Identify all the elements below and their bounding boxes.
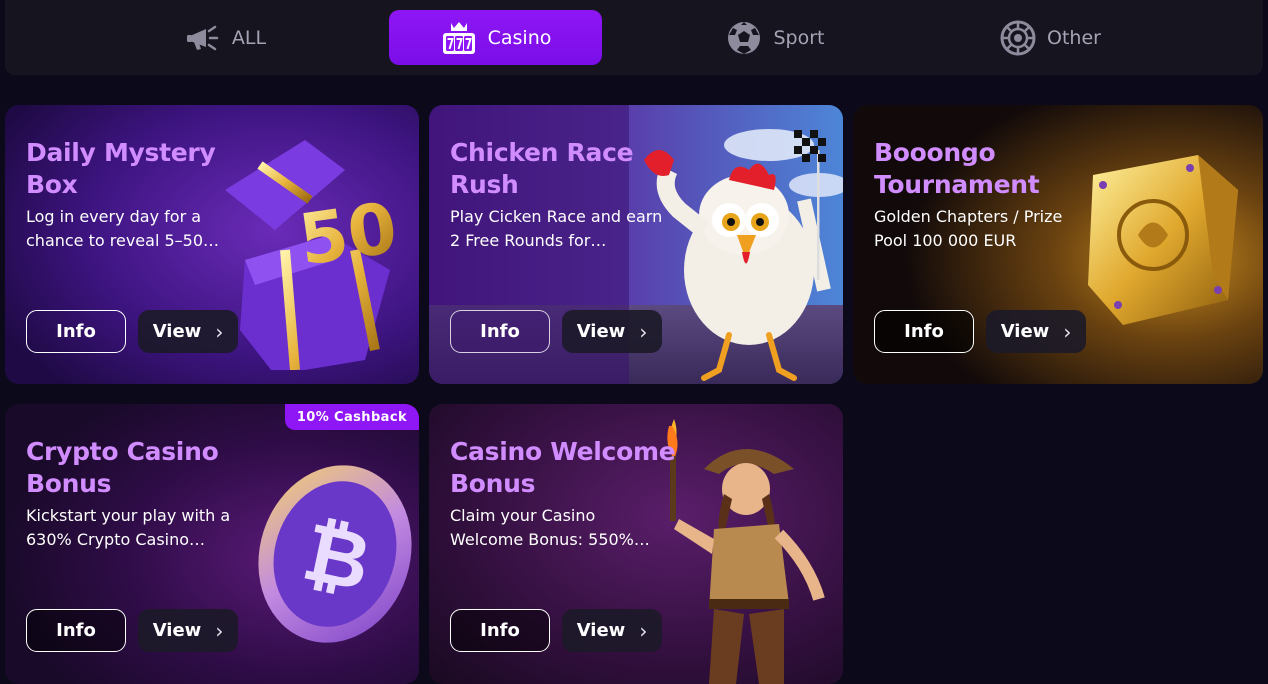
view-button[interactable]: View › [562, 609, 662, 652]
tab-other[interactable]: Other [985, 10, 1115, 65]
tab-other-label: Other [1047, 26, 1101, 49]
chevron-right-icon: › [215, 618, 224, 643]
info-button[interactable]: Info [26, 609, 126, 652]
view-button-label: View [152, 321, 202, 342]
view-button[interactable]: View › [986, 310, 1086, 353]
svg-text:50: 50 [294, 187, 402, 282]
tab-sport[interactable]: Sport [710, 10, 840, 65]
view-button-label: View [576, 321, 626, 342]
card-title: Daily Mystery Box [26, 138, 216, 199]
card-description: Kickstart your play with a 630% Crypto C… [26, 506, 231, 549]
tab-all-label: ALL [231, 26, 267, 49]
chevron-right-icon: › [215, 319, 224, 344]
cashback-badge: 10% Cashback [284, 404, 419, 430]
info-button[interactable]: Info [874, 310, 974, 353]
view-button[interactable]: View › [562, 310, 662, 353]
card-title: Booongo Tournament [874, 138, 1040, 199]
info-button[interactable]: Info [450, 609, 550, 652]
card-description: Log in every day for a chance to reveal … [26, 207, 220, 250]
promo-card[interactable]: Chicken Race Rush Play Cicken Race and e… [429, 105, 843, 384]
view-button-label: View [152, 620, 202, 641]
slot-777-icon [442, 21, 475, 54]
tab-casino[interactable]: Casino [389, 10, 602, 65]
promo-card[interactable]: Casino Welcome Bonus Claim your Casino W… [429, 404, 843, 684]
promo-card[interactable]: 50 Daily Mystery Box Log in every day fo… [5, 105, 419, 384]
roulette-wheel-icon [1000, 20, 1036, 55]
chevron-right-icon: › [639, 618, 648, 643]
tab-casino-label: Casino [487, 26, 552, 49]
soccer-ball-icon [728, 21, 761, 54]
category-tab-bar: ALL Casino Sport Other [5, 0, 1263, 75]
card-title: Crypto Casino Bonus [26, 437, 219, 498]
chevron-right-icon: › [1063, 319, 1072, 344]
view-button-label: View [576, 620, 626, 641]
card-description: Play Cicken Race and earn 2 Free Rounds … [450, 207, 663, 250]
view-button[interactable]: View › [138, 609, 238, 652]
chevron-right-icon: › [639, 319, 648, 344]
card-title: Casino Welcome Bonus [450, 437, 676, 498]
promo-card[interactable]: Booongo Tournament Golden Chapters / Pri… [853, 105, 1263, 384]
tab-all[interactable]: ALL [160, 10, 290, 65]
card-description: Golden Chapters / Prize Pool 100 000 EUR [874, 207, 1063, 250]
card-title: Chicken Race Rush [450, 138, 634, 199]
card-description: Claim your Casino Welcome Bonus: 550%… [450, 506, 650, 549]
megaphone-icon [186, 25, 219, 50]
view-button[interactable]: View › [138, 310, 238, 353]
info-button[interactable]: Info [450, 310, 550, 353]
view-button-label: View [1000, 321, 1050, 342]
bitcoin-coin-image: ₿ [258, 465, 412, 643]
promo-card[interactable]: ₿ 10% Cashback Crypto Casino Bonus Kicks… [5, 404, 419, 684]
tab-sport-label: Sport [773, 26, 825, 49]
info-button[interactable]: Info [26, 310, 126, 353]
